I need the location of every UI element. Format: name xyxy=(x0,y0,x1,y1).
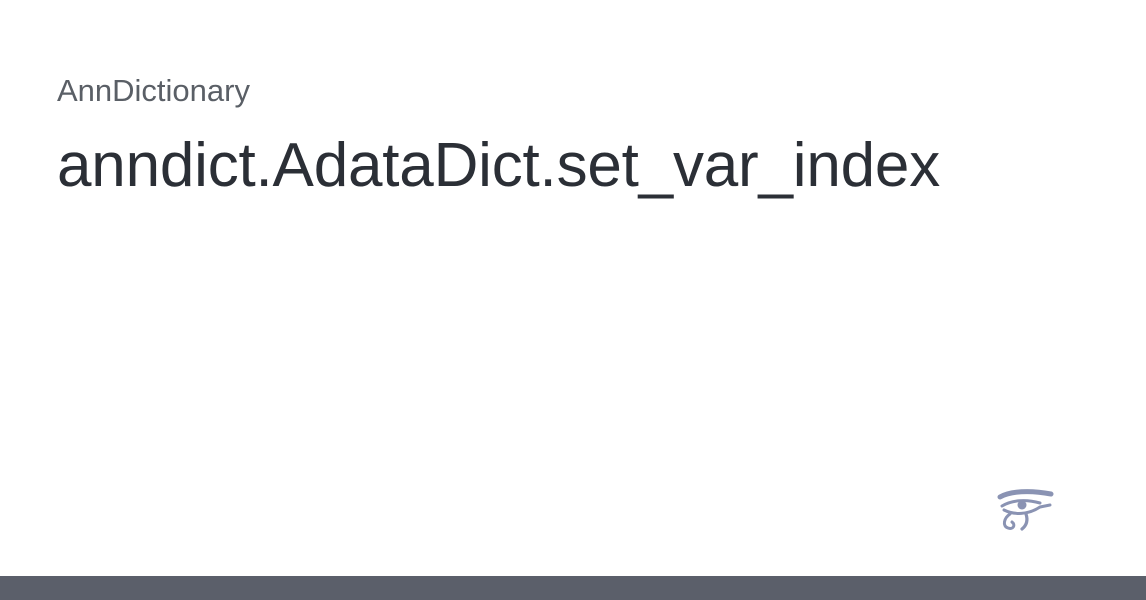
social-card: AnnDictionary anndict.AdataDict.set_var_… xyxy=(0,0,1146,600)
bottom-bar xyxy=(0,576,1146,600)
site-name: AnnDictionary xyxy=(57,73,250,108)
page-title: anndict.AdataDict.set_var_index xyxy=(57,131,940,200)
eye-of-horus-icon xyxy=(996,488,1054,532)
